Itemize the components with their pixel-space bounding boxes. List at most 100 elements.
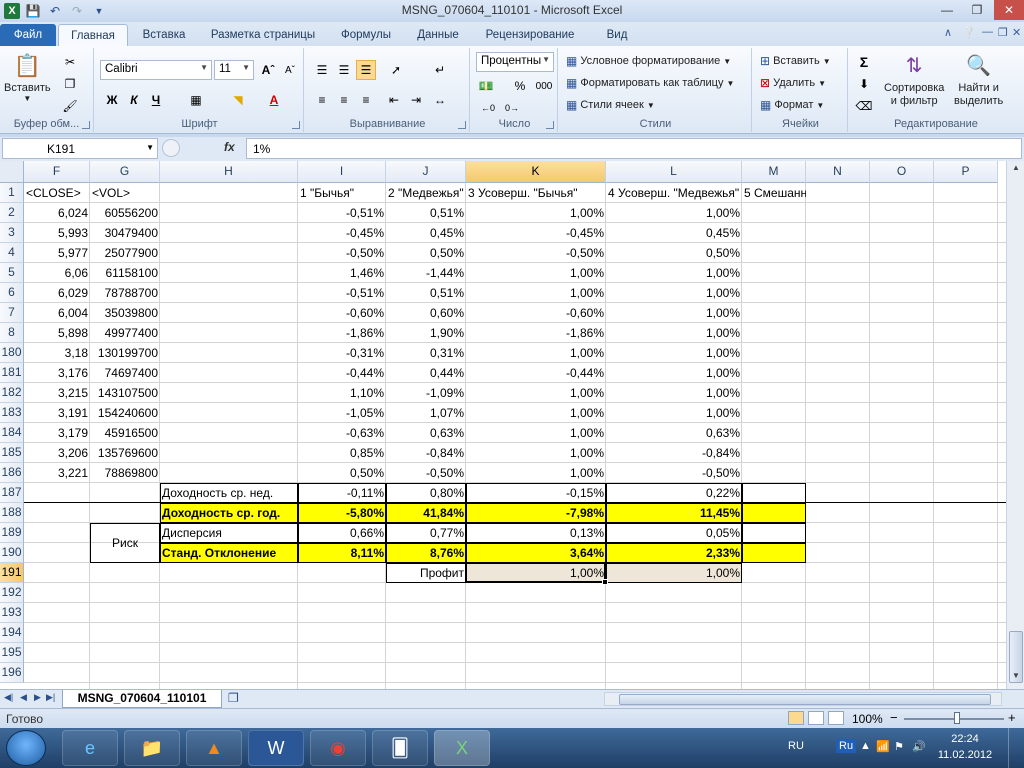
summary-value-cell[interactable]: 41,84% xyxy=(386,503,466,523)
decrease-decimal-icon[interactable]: 0→ xyxy=(502,98,522,118)
data-cell[interactable]: -0,45% xyxy=(466,223,606,243)
row-header[interactable]: 180 xyxy=(0,343,24,363)
data-cell[interactable]: -0,50% xyxy=(606,463,742,483)
data-cell[interactable]: 0,50% xyxy=(298,463,386,483)
window-close-icon[interactable]: ✕ xyxy=(1012,26,1021,39)
worksheet-grid[interactable]: FGHIJKLMNOP 1 2 3 4 5 6 7 8 180 181 182 183 184 185 18… xyxy=(0,161,1006,689)
conditional-formatting-button[interactable]: ▦ Условное форматирование ▼ xyxy=(566,54,731,68)
row-header[interactable]: 183 xyxy=(0,403,24,423)
row-header[interactable]: 2 xyxy=(0,203,24,223)
data-cell[interactable]: 1,00% xyxy=(466,463,606,483)
data-cell[interactable]: 1,00% xyxy=(466,383,606,403)
data-cell[interactable]: 74697400 xyxy=(90,363,160,383)
volume-icon[interactable]: 🔊 xyxy=(912,740,926,753)
data-cell[interactable]: -0,60% xyxy=(466,303,606,323)
paste-button[interactable]: 📋 Вставить ▼ xyxy=(4,50,51,103)
data-cell[interactable]: 1,46% xyxy=(298,263,386,283)
column-header-f[interactable]: F xyxy=(24,161,90,183)
data-cell[interactable]: 1,00% xyxy=(606,283,742,303)
data-cell[interactable]: 1,00% xyxy=(466,263,606,283)
data-cell[interactable]: 1,07% xyxy=(386,403,466,423)
vlc-icon[interactable]: ▲ xyxy=(186,730,242,766)
header-cell[interactable]: 2 "Медвежья" xyxy=(386,183,466,203)
data-cell[interactable]: 5,977 xyxy=(24,243,90,263)
tab-formulas[interactable]: Формулы xyxy=(332,24,400,46)
data-cell[interactable]: 78788700 xyxy=(90,283,160,303)
restore-icon[interactable]: ❐ xyxy=(962,0,992,20)
data-cell[interactable]: 5,993 xyxy=(24,223,90,243)
data-cell[interactable]: -1,86% xyxy=(466,323,606,343)
data-cell[interactable]: 0,50% xyxy=(386,243,466,263)
row-header[interactable]: 186 xyxy=(0,463,24,483)
row-header[interactable]: 187 xyxy=(0,483,24,503)
horizontal-scrollbar[interactable] xyxy=(604,692,1002,706)
row-header[interactable]: 189 xyxy=(0,523,24,543)
profit-value-cell[interactable]: 1,00% xyxy=(606,563,742,583)
row-header[interactable]: 1 xyxy=(0,183,24,203)
shrink-font-icon[interactable]: Aˇ xyxy=(280,60,300,80)
data-cell[interactable]: -0,31% xyxy=(298,343,386,363)
tab-file[interactable]: Файл xyxy=(0,24,56,46)
data-cell[interactable]: 1,00% xyxy=(466,283,606,303)
align-top-icon[interactable]: ☰ xyxy=(312,60,332,80)
data-cell[interactable]: 1,00% xyxy=(606,363,742,383)
wrap-text-icon[interactable]: ↵ xyxy=(430,60,450,80)
row-header[interactable]: 195 xyxy=(0,643,24,663)
data-cell[interactable]: -1,86% xyxy=(298,323,386,343)
row-header[interactable]: 182 xyxy=(0,383,24,403)
system-clock[interactable]: 22:24 11.02.2012 xyxy=(934,731,996,763)
data-cell[interactable]: 6,004 xyxy=(24,303,90,323)
row-header[interactable]: 3 xyxy=(0,223,24,243)
header-cell[interactable]: 1 "Бычья" xyxy=(298,183,386,203)
data-cell[interactable]: 1,00% xyxy=(466,423,606,443)
summary-label-cell[interactable]: Доходность ср. год. xyxy=(160,503,298,523)
data-cell[interactable]: 3,176 xyxy=(24,363,90,383)
data-cell[interactable]: 61158100 xyxy=(90,263,160,283)
data-cell[interactable]: 3,221 xyxy=(24,463,90,483)
summary-value-cell[interactable]: -0,15% xyxy=(466,483,606,503)
tab-view[interactable]: Вид xyxy=(592,24,642,46)
data-cell[interactable]: -0,44% xyxy=(298,363,386,383)
ribbon-minimize-icon[interactable]: ∧ xyxy=(944,26,952,39)
font-launcher-icon[interactable] xyxy=(292,121,300,129)
summary-value-cell[interactable]: 0,05% xyxy=(606,523,742,543)
data-cell[interactable]: 60556200 xyxy=(90,203,160,223)
data-cell[interactable]: 45916500 xyxy=(90,423,160,443)
insert-function-icon[interactable]: fx xyxy=(224,140,235,154)
data-cell[interactable]: 0,45% xyxy=(386,223,466,243)
row-header[interactable]: 181 xyxy=(0,363,24,383)
fill-handle[interactable] xyxy=(602,579,608,585)
column-header-g[interactable]: G xyxy=(90,161,160,183)
sort-filter-button[interactable]: ⇅ Сортировка и фильтр xyxy=(884,50,944,108)
thousands-button[interactable]: 000 xyxy=(534,76,554,96)
column-header-i[interactable]: I xyxy=(298,161,386,183)
find-select-button[interactable]: 🔍 Найти и выделить xyxy=(954,50,1003,108)
row-header[interactable]: 194 xyxy=(0,623,24,643)
data-cell[interactable]: 0,45% xyxy=(606,223,742,243)
scroll-down-icon[interactable]: ▼ xyxy=(1009,671,1023,685)
data-cell[interactable]: 3,215 xyxy=(24,383,90,403)
data-cell[interactable]: 5,898 xyxy=(24,323,90,343)
next-sheet-icon[interactable]: ▶ xyxy=(34,692,46,703)
word-icon[interactable]: W xyxy=(248,730,304,766)
formula-input[interactable]: 1% xyxy=(246,138,1022,159)
merge-center-icon[interactable]: ↔ xyxy=(430,90,450,110)
cell-styles-button[interactable]: ▦ Стили ячеек ▼ xyxy=(566,98,655,112)
summary-empty-cell[interactable] xyxy=(742,483,806,503)
data-cell[interactable]: 3,206 xyxy=(24,443,90,463)
summary-value-cell[interactable]: 0,77% xyxy=(386,523,466,543)
align-middle-icon[interactable]: ☰ xyxy=(334,60,354,80)
tray-expand-icon[interactable]: ▲ xyxy=(860,740,871,752)
column-header-k[interactable]: K xyxy=(466,161,606,183)
data-cell[interactable]: 35039800 xyxy=(90,303,160,323)
row-header[interactable]: 193 xyxy=(0,603,24,623)
data-cell[interactable]: 154240600 xyxy=(90,403,160,423)
row-header[interactable]: 4 xyxy=(0,243,24,263)
percent-button[interactable]: % xyxy=(510,76,530,96)
vertical-scrollbar[interactable]: ▲ ▼ xyxy=(1006,161,1024,689)
font-name-select[interactable]: Calibri ▼ xyxy=(100,60,212,80)
profit-label-cell[interactable]: Профит xyxy=(386,563,466,583)
sheet-tab[interactable]: MSNG_070604_110101 xyxy=(62,690,222,708)
data-cell[interactable]: 78869800 xyxy=(90,463,160,483)
currency-icon[interactable]: 💵 xyxy=(476,76,496,96)
